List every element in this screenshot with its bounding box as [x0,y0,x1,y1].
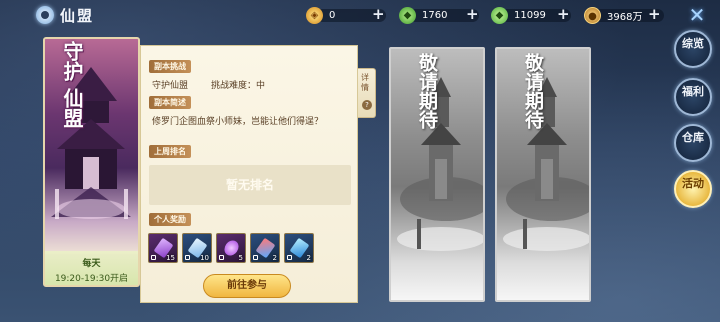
side-menu-activity[interactable]: 活动 [674,170,712,208]
lock-icon [253,255,258,260]
resource-value: 1760 [422,9,448,21]
coming-soon-title: 敬请期待 [416,53,438,129]
banner-title: 守护 仙盟 [53,41,84,128]
intro-tag: 副本简述 [149,96,191,109]
rank-tag: 上周排名 [149,145,191,158]
banner-title-line1: 守护 [60,41,84,81]
event-banner-guard-alliance[interactable]: 守护 仙盟 每天 19:20-19:30开启 [43,37,140,287]
side-menu-warehouse[interactable]: 仓库 [674,124,712,162]
add-gold-ingot-button[interactable]: + [372,5,385,23]
reward-item[interactable]: 10 [182,233,212,263]
detail-tab[interactable]: 详情 ? [358,68,376,118]
coming-soon-card: 敬请期待 [495,47,591,302]
reward-item[interactable]: 2 [284,233,314,263]
resource-jade: ◆ 1760 + [399,5,479,24]
help-icon: ? [362,100,372,110]
close-icon[interactable]: ✕ [686,4,708,26]
reward-item[interactable]: 2 [250,233,280,263]
difficulty-text: 挑战难度：中 [211,81,266,91]
dungeon-name: 守护仙盟 [152,81,189,91]
reward-count: 2 [306,254,311,262]
reward-item[interactable]: 5 [216,233,246,263]
coin-icon: ● [584,6,601,24]
reward-count: 5 [238,254,243,262]
resource-bound-jade: ◆ 11099 + [491,5,571,24]
resource-value: 0 [329,9,336,21]
resource-gold-ingot: ◈ 0 + [306,5,386,24]
jade-icon: ◆ [399,6,416,24]
reward-count: 2 [272,254,277,262]
lock-icon [287,255,292,260]
add-bound-jade-button[interactable]: + [557,5,570,23]
coming-soon-card: 敬请期待 [389,47,485,302]
schedule-day: 每天 [82,259,101,269]
banner-title-line2: 仙盟 [60,87,84,128]
go-participate-button[interactable]: 前往参与 [203,274,291,298]
rank-empty-box: 暂无排名 [149,165,351,205]
lock-icon [219,255,224,260]
reward-count: 10 [200,254,209,262]
lock-icon [151,255,156,260]
side-menu-welfare[interactable]: 福利 [674,78,712,116]
page-title: 仙盟 [60,7,95,25]
add-jade-button[interactable]: + [466,5,479,23]
coming-soon-title: 敬请期待 [522,53,544,129]
reward-tag: 个人奖励 [149,213,191,226]
gold-ingot-icon: ◈ [306,6,323,24]
detail-tab-label: 详情 [361,73,369,92]
top-bar: 仙盟 ◈ 0 + ◆ 1760 + ◆ 11099 + ● 3968万 + ✕ [0,0,720,30]
resource-copper: ● 3968万 + [584,5,664,24]
add-copper-button[interactable]: + [648,5,661,23]
reward-count: 15 [166,254,175,262]
lock-icon [185,255,190,260]
reward-item[interactable]: 15 [148,233,178,263]
schedule-hours: 19:20-19:30开启 [54,274,129,284]
back-button[interactable] [36,6,54,24]
bound-jade-icon: ◆ [491,6,508,24]
side-menu-overview[interactable]: 综览 [674,30,712,68]
resource-value: 3968万 [607,11,643,23]
resource-value: 11099 [514,9,546,21]
banner-schedule: 每天 19:20-19:30开启 [45,251,138,285]
dungeon-info-panel: 副本挑战 守护仙盟 挑战难度：中 副本简述 修罗门企图血祭小师妹，岂能让他们得逞… [140,45,358,303]
challenge-tag: 副本挑战 [149,60,191,73]
intro-text: 修罗门企图血祭小师妹，岂能让他们得逞？ [152,117,324,127]
reward-list: 15 10 5 2 2 [148,233,314,263]
